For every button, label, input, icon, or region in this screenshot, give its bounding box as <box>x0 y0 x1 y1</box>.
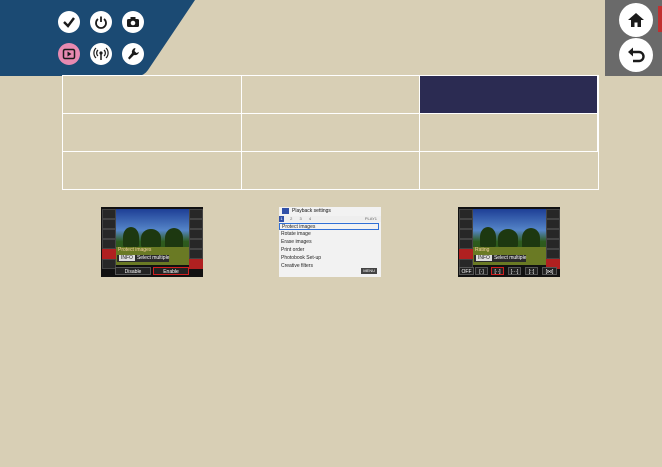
rating-thumbnail: Rating INFO Select multiple OFF [·] [··] … <box>458 207 560 277</box>
rating-1-button[interactable]: [·] <box>475 267 488 275</box>
tab-3[interactable]: 3 <box>299 216 301 221</box>
wrench-icon[interactable] <box>122 43 144 65</box>
page-edge-marker <box>658 6 662 32</box>
menu-title: Playback settings <box>292 208 331 214</box>
menu-item-print-order[interactable]: Print order <box>279 247 379 254</box>
info-text: Select multiple <box>136 255 170 261</box>
table-cell <box>63 114 242 152</box>
info-tag: INFO <box>476 255 492 261</box>
menu-item-protect-images[interactable]: Protect images <box>279 223 379 230</box>
rating-label: Rating <box>475 247 490 253</box>
rating-4-button[interactable]: [::] <box>525 267 538 275</box>
playback-icon <box>282 207 289 214</box>
table-cell <box>242 76 420 114</box>
table-cell <box>63 76 242 114</box>
table-cell <box>242 152 420 189</box>
menu-tabs: 1 2 3 4 PLAY1 <box>279 216 381 222</box>
rating-5-button[interactable]: [⋈] <box>542 267 557 275</box>
camera-icon[interactable] <box>122 11 144 33</box>
menu-title-bar: Playback settings <box>279 207 381 216</box>
header-band <box>0 0 662 76</box>
mode-table <box>62 75 599 190</box>
rating-2-button[interactable]: [··] <box>491 267 504 275</box>
menu-footer-button[interactable]: MENU <box>361 268 377 274</box>
tab-4[interactable]: 4 <box>309 216 311 221</box>
playback-icon[interactable] <box>58 43 80 65</box>
info-select-bar: INFO Select multiple <box>474 255 527 262</box>
menu-item-photobook-setup[interactable]: Photobook Set-up <box>279 255 379 262</box>
menu-item-erase-images[interactable]: Erase images <box>279 239 379 246</box>
power-icon[interactable] <box>90 11 112 33</box>
home-icon[interactable] <box>619 3 653 37</box>
protect-label: Protect images <box>118 247 152 253</box>
wireless-icon[interactable] <box>90 43 112 65</box>
protect-images-thumbnail: Protect images INFO Select multiple Disab… <box>101 207 203 277</box>
disable-button[interactable]: Disable <box>115 267 151 275</box>
menu-item-rotate-image[interactable]: Rotate image <box>279 231 379 238</box>
rating-3-button[interactable]: [···] <box>508 267 521 275</box>
table-cell <box>63 152 242 189</box>
info-select-bar: INFO Select multiple <box>117 255 170 262</box>
checkmark-icon[interactable] <box>58 11 80 33</box>
info-tag: INFO <box>119 255 135 261</box>
rating-off-button[interactable]: OFF <box>459 267 474 275</box>
table-cell <box>420 114 598 152</box>
enable-button[interactable]: Enable <box>153 267 189 275</box>
table-cell <box>242 114 420 152</box>
table-header-highlight <box>420 76 598 114</box>
tab-2[interactable]: 2 <box>290 216 292 221</box>
tab-1[interactable]: 1 <box>279 216 284 222</box>
back-icon[interactable] <box>619 38 653 72</box>
tab-page-indicator: PLAY1 <box>364 216 377 221</box>
table-cell <box>420 152 598 189</box>
playback-settings-menu-thumbnail: Playback settings 1 2 3 4 PLAY1 Protect … <box>279 207 381 277</box>
info-text: Select multiple <box>493 255 527 261</box>
